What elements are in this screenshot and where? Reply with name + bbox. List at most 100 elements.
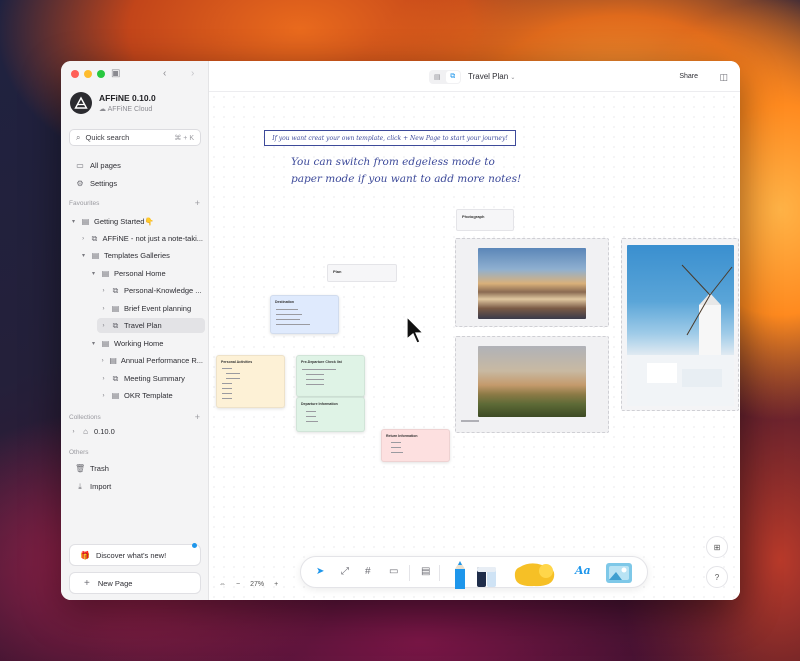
- note-tool-icon[interactable]: ▤: [421, 566, 430, 578]
- new-page-button[interactable]: + New Page: [69, 572, 201, 594]
- chevron-right-icon[interactable]: ›: [100, 288, 107, 294]
- workspace-sync-status: ☁ AFFiNE Cloud: [99, 106, 153, 113]
- page-mode-icon[interactable]: ▤: [430, 71, 445, 83]
- photo-frame-windmill[interactable]: [621, 238, 739, 411]
- chevron-right-icon[interactable]: ›: [70, 429, 77, 435]
- note-line: [306, 421, 318, 422]
- note-return-information[interactable]: Return Information: [381, 429, 450, 462]
- workspace-switcher[interactable]: AFFiNE 0.10.0 ☁ AFFiNE Cloud: [70, 92, 156, 114]
- chevron-right-icon[interactable]: ›: [100, 376, 107, 382]
- quick-search-button[interactable]: ⌕ Quick search ⌘ + K: [69, 129, 201, 146]
- tree-item-affine-intro[interactable]: › ⧉ AFFiNE - not just a note-taki...: [77, 231, 203, 246]
- note-line: [391, 452, 403, 453]
- note-line: [306, 384, 324, 385]
- chevron-right-icon[interactable]: ›: [80, 236, 86, 242]
- forward-arrow-icon[interactable]: ›: [191, 69, 194, 79]
- nav-settings-label: Settings: [90, 179, 118, 188]
- nav-all-pages[interactable]: ▭ All pages: [69, 158, 201, 173]
- tree-item-working-home[interactable]: ▾ ▤ Working Home: [87, 336, 203, 351]
- edgeless-canvas[interactable]: If you want creat your own template, cli…: [209, 92, 740, 600]
- folder-icon: ▭: [76, 161, 84, 170]
- tree-item-travel-plan[interactable]: › ⧉ Travel Plan: [97, 318, 205, 333]
- back-arrow-icon[interactable]: ‹: [163, 69, 166, 79]
- zoom-level[interactable]: 27%: [250, 581, 264, 588]
- note-line: [302, 369, 336, 370]
- frame-tool-icon[interactable]: #: [365, 566, 371, 578]
- nav-import[interactable]: ⤓ Import: [69, 479, 201, 494]
- presentation-tool-icon[interactable]: ▭: [389, 566, 398, 578]
- plus-icon: +: [84, 577, 90, 589]
- mode-switch[interactable]: ▤ ⧉: [429, 70, 461, 84]
- chevron-right-icon[interactable]: ›: [100, 393, 107, 399]
- chevron-down-icon[interactable]: ▾: [90, 270, 97, 277]
- zoom-out-button[interactable]: −: [236, 581, 240, 588]
- add-favourite-plus-icon[interactable]: +: [195, 198, 200, 208]
- text-tool-icon[interactable]: Aa: [575, 565, 591, 577]
- eraser-tool-icon[interactable]: [476, 563, 498, 587]
- photograph-frame-label[interactable]: Photograph: [456, 209, 514, 231]
- maximize-window-button[interactable]: [97, 70, 105, 78]
- chevron-down-icon[interactable]: ⌄: [510, 75, 515, 81]
- photo-frame-acropolis[interactable]: [455, 336, 609, 433]
- chevron-down-icon[interactable]: ▾: [90, 340, 97, 347]
- page-icon: ▤: [91, 251, 100, 260]
- tree-item-annual-performance[interactable]: › ▤ Annual Performance R...: [97, 353, 203, 368]
- tree-item-label: Meeting Summary: [124, 374, 185, 383]
- fit-to-screen-icon[interactable]: ⇔: [219, 581, 226, 588]
- note-destination[interactable]: Destination: [270, 295, 339, 334]
- apps-grid-button[interactable]: ⊞: [706, 536, 728, 558]
- minimize-window-button[interactable]: [84, 70, 92, 78]
- add-collection-plus-icon[interactable]: +: [195, 412, 200, 422]
- discover-label: Discover what's new!: [95, 550, 167, 560]
- nav-settings[interactable]: ⚙ Settings: [69, 176, 201, 191]
- sidebar-toggle-icon[interactable]: ▣: [111, 69, 120, 79]
- chevron-right-icon[interactable]: ›: [100, 306, 107, 312]
- zoom-in-button[interactable]: +: [274, 581, 278, 588]
- toolbar-divider: [439, 565, 440, 581]
- select-tool-icon[interactable]: ➤: [316, 566, 324, 578]
- share-button[interactable]: Share: [679, 73, 698, 80]
- tree-item-okr-template[interactable]: › ▤ OKR Template: [97, 388, 203, 403]
- tree-item-personal-knowledge[interactable]: › ⧉ Personal-Knowledge ...: [97, 283, 203, 298]
- tip-text-box[interactable]: If you want creat your own template, cli…: [264, 130, 516, 146]
- chevron-down-icon[interactable]: ▾: [80, 252, 87, 259]
- help-button[interactable]: ?: [706, 566, 728, 588]
- tree-item-label: Getting Started👇: [94, 217, 154, 226]
- chevron-right-icon[interactable]: ›: [100, 358, 105, 364]
- image-tool-icon[interactable]: [605, 562, 633, 584]
- tree-item-brief-event-planning[interactable]: › ▤ Brief Event planning: [97, 301, 203, 316]
- connector-tool-icon[interactable]: ⤢: [341, 566, 349, 578]
- workspace-avatar: [70, 92, 92, 114]
- shape-tool-icon[interactable]: [512, 561, 558, 587]
- note-line: [306, 411, 316, 412]
- photo-frame-santorini[interactable]: [455, 238, 609, 327]
- plan-frame-label[interactable]: Plan: [327, 264, 397, 282]
- right-panel-toggle-icon[interactable]: ◫: [719, 72, 728, 83]
- chevron-right-icon[interactable]: ›: [100, 323, 107, 329]
- discover-whats-new-button[interactable]: 🎁 Discover what's new!: [69, 543, 201, 566]
- collection-item-label: 0.10.0: [94, 427, 115, 436]
- edgeless-mode-icon[interactable]: ⧉: [445, 71, 460, 83]
- collection-item[interactable]: › ⌂ 0.10.0: [67, 424, 203, 439]
- close-window-button[interactable]: [71, 70, 79, 78]
- help-icon: ?: [714, 572, 720, 582]
- tree-item-meeting-summary[interactable]: › ⧉ Meeting Summary: [97, 371, 203, 386]
- nav-trash[interactable]: 🗑 Trash: [69, 461, 201, 476]
- note-line: [276, 309, 298, 310]
- document-title[interactable]: Travel Plan ⌄: [468, 72, 515, 81]
- tree-item-personal-home[interactable]: ▾ ▤ Personal Home: [87, 266, 203, 281]
- note-pre-departure[interactable]: Pre-Departure Check list: [296, 355, 365, 397]
- tree-item-templates-galleries[interactable]: ▾ ▤ Templates Galleries: [77, 248, 203, 263]
- chevron-down-icon[interactable]: ▾: [70, 218, 77, 225]
- note-departure-information[interactable]: Departure Information: [296, 397, 365, 432]
- others-section-label: Others: [69, 449, 89, 456]
- tree-item-label: Personal Home: [114, 269, 166, 278]
- handwritten-note[interactable]: You can switch from edgeless mode to pap…: [291, 154, 551, 188]
- note-line: [306, 374, 324, 375]
- search-icon: ⌕: [76, 132, 81, 142]
- pen-tool-icon[interactable]: [454, 559, 466, 589]
- tree-item-getting-started[interactable]: ▾ ▤ Getting Started👇: [67, 214, 203, 229]
- handwritten-line-1: You can switch from edgeless mode to: [291, 156, 495, 168]
- note-personal-activities[interactable]: Personal Activities: [216, 355, 285, 408]
- nav-trash-label: Trash: [90, 464, 109, 473]
